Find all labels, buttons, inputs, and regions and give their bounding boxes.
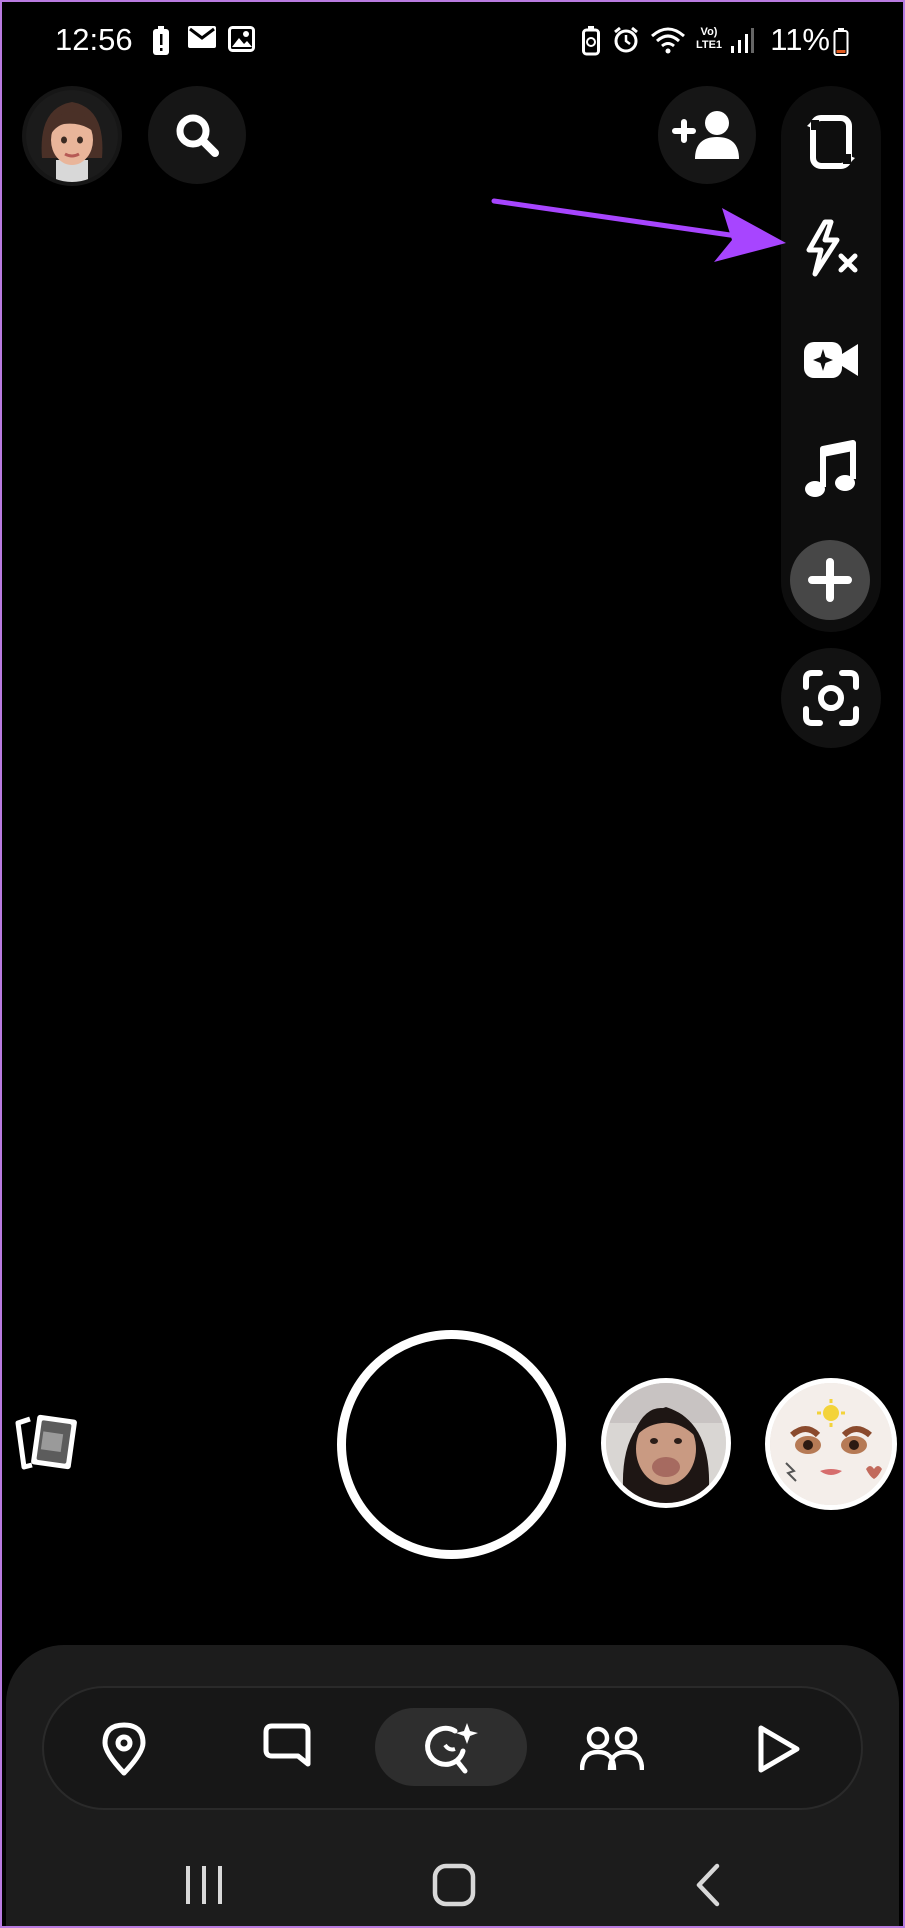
bitmoji-avatar bbox=[26, 90, 118, 182]
stories-icon bbox=[580, 1726, 644, 1771]
video-chat-button[interactable] bbox=[781, 312, 881, 408]
video-chat-icon bbox=[804, 342, 858, 378]
music-button[interactable] bbox=[781, 422, 881, 518]
back-icon bbox=[696, 1863, 720, 1907]
flip-camera-button[interactable] bbox=[781, 94, 881, 190]
lens-cute-face bbox=[770, 1383, 892, 1505]
flash-off-icon bbox=[806, 219, 858, 277]
scan-button[interactable] bbox=[781, 648, 881, 748]
battery-alert-icon bbox=[153, 26, 169, 55]
flash-toggle-button[interactable] bbox=[781, 200, 881, 296]
memories-icon bbox=[15, 1414, 77, 1470]
add-friend-button[interactable] bbox=[658, 86, 756, 184]
mail-icon bbox=[188, 26, 216, 48]
nav-stories[interactable] bbox=[564, 1706, 660, 1792]
lens-thumbnail-2[interactable] bbox=[765, 1378, 897, 1510]
signal-icon bbox=[731, 28, 754, 53]
battery-icon bbox=[833, 28, 849, 56]
chat-icon bbox=[263, 1723, 311, 1767]
flip-camera-icon bbox=[807, 115, 855, 169]
battery-saver-icon bbox=[582, 26, 600, 56]
screenshot-frame bbox=[0, 0, 905, 1928]
battery-percent: 11% bbox=[770, 22, 830, 57]
wifi-icon bbox=[651, 27, 685, 54]
back-button[interactable] bbox=[668, 1850, 748, 1920]
music-icon bbox=[805, 440, 856, 497]
network-label: Vo) LTE1 bbox=[695, 26, 723, 51]
add-friend-icon bbox=[672, 111, 739, 159]
search-icon bbox=[176, 114, 219, 157]
alarm-icon bbox=[614, 26, 638, 53]
home-button[interactable] bbox=[414, 1850, 494, 1920]
spotlight-icon bbox=[758, 1725, 800, 1773]
scan-icon bbox=[803, 670, 859, 726]
capture-button[interactable] bbox=[337, 1330, 566, 1559]
nav-spotlight[interactable] bbox=[730, 1706, 826, 1792]
nav-map[interactable] bbox=[76, 1706, 172, 1792]
status-bar: 12:56 Vo) LTE1 11% bbox=[0, 0, 905, 84]
memories-button[interactable] bbox=[10, 1413, 80, 1473]
lens-face-puff bbox=[606, 1383, 726, 1503]
map-icon bbox=[102, 1722, 146, 1776]
lens-thumbnail-1[interactable] bbox=[601, 1378, 731, 1508]
recents-button[interactable] bbox=[164, 1850, 244, 1920]
plus-icon bbox=[808, 558, 852, 602]
camera-lens-icon bbox=[425, 1723, 478, 1774]
nav-camera[interactable] bbox=[403, 1706, 499, 1792]
profile-avatar[interactable] bbox=[22, 86, 122, 186]
nav-chat[interactable] bbox=[239, 1706, 335, 1792]
more-tools-button[interactable] bbox=[790, 540, 870, 620]
status-time: 12:56 bbox=[55, 22, 133, 57]
image-icon bbox=[228, 26, 255, 52]
home-icon bbox=[432, 1863, 476, 1907]
search-button[interactable] bbox=[148, 86, 246, 184]
recents-icon bbox=[186, 1866, 222, 1904]
